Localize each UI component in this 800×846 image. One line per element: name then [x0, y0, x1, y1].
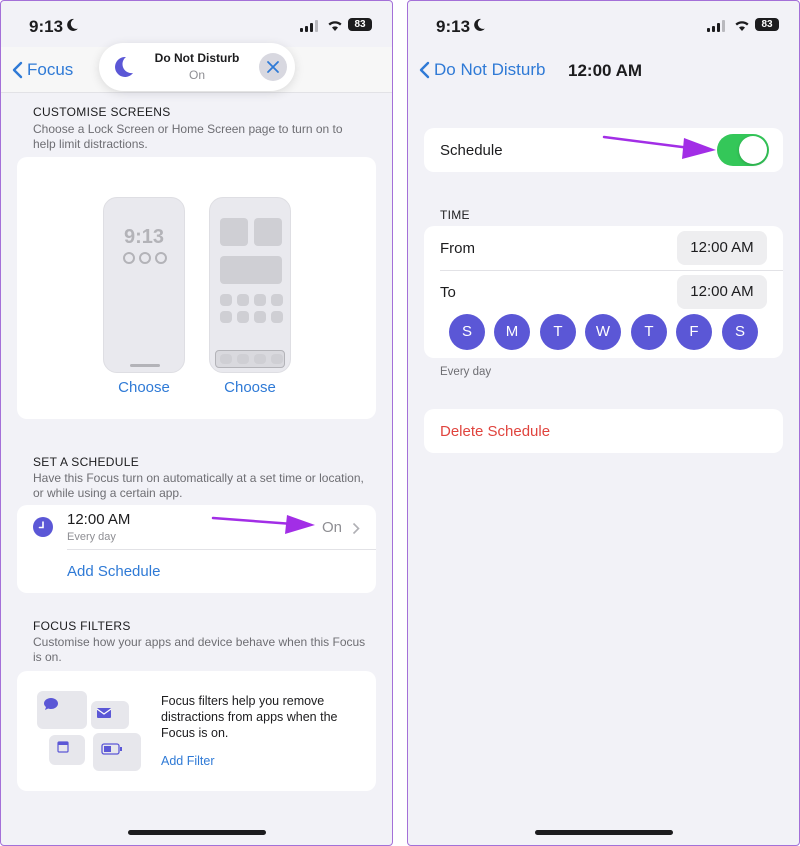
- time-footer: Every day: [440, 366, 492, 378]
- customise-card: 9:13 Choose Choose: [17, 157, 376, 419]
- widget-tile: [220, 256, 282, 284]
- back-button[interactable]: Focus: [11, 60, 73, 80]
- dnd-title: Do Not Disturb: [154, 51, 240, 65]
- schedule-state: On: [321, 519, 342, 536]
- battery-indicator: 83: [755, 18, 779, 31]
- from-label: From: [440, 240, 475, 257]
- schedule-card: 12:00 AM Every day On Add Schedule: [17, 505, 376, 593]
- time-card: From 12:00 AM To 12:00 AM S M T W T F S: [424, 226, 783, 358]
- schedule-days: Every day: [67, 531, 116, 543]
- status-bar: 9:13 83: [408, 1, 799, 47]
- calendar-icon: [57, 741, 69, 753]
- status-time: 9:13: [29, 17, 64, 36]
- chevron-left-icon: [419, 61, 430, 79]
- to-time-picker[interactable]: 12:00 AM: [677, 275, 767, 309]
- day-wednesday-button[interactable]: W: [585, 314, 621, 350]
- divider: [67, 549, 376, 550]
- dock-app: [271, 354, 283, 364]
- schedule-description: Have this Focus turn on automatically at…: [33, 471, 364, 500]
- app-tile: [271, 294, 283, 306]
- right-screen: 9:13 83 Do Not Disturb 12:00 AM Schedule…: [407, 0, 800, 846]
- app-tile: [220, 294, 232, 306]
- dnd-close-button[interactable]: [259, 53, 287, 81]
- lock-clock: 9:13: [123, 226, 165, 248]
- choose-home-button[interactable]: Choose: [200, 379, 300, 396]
- delete-card: Delete Schedule: [424, 409, 783, 453]
- wifi-icon: [735, 21, 749, 31]
- low-power-icon: [101, 743, 122, 755]
- back-label: Focus: [27, 60, 74, 79]
- close-icon: [267, 61, 279, 73]
- app-tile: [220, 218, 248, 246]
- filters-header: FOCUS FILTERS: [33, 619, 131, 633]
- dock-app: [254, 354, 266, 364]
- moon-icon: [115, 56, 133, 77]
- time-header: TIME: [440, 208, 470, 222]
- filters-card: Focus filters help you remove distractio…: [17, 671, 376, 791]
- dnd-state: On: [188, 68, 205, 82]
- app-tile: [220, 311, 232, 323]
- chevron-left-icon: [12, 61, 23, 79]
- mail-tile: [91, 701, 129, 729]
- schedule-time[interactable]: 12:00 AM: [67, 511, 130, 528]
- envelope-icon: [96, 708, 112, 718]
- toggle-knob: [739, 136, 767, 164]
- customise-description: Choose a Lock Screen or Home Screen page…: [33, 122, 343, 151]
- divider: [440, 270, 783, 271]
- dock-app: [220, 354, 232, 364]
- calendar-tile: [49, 735, 85, 765]
- schedule-header: SET A SCHEDULE: [33, 455, 140, 469]
- to-label: To: [440, 284, 456, 301]
- dnd-status-pill[interactable]: Do Not Disturb On: [99, 43, 295, 91]
- status-bar: 9:13 83: [1, 1, 392, 47]
- left-screen: 9:13 83 Focus Do Not Disturb On CUSTOMIS…: [0, 0, 393, 846]
- speech-bubble-icon: [44, 698, 58, 710]
- app-tile: [254, 311, 266, 323]
- page-title: 12:00 AM: [568, 61, 643, 80]
- widget-dots: [123, 252, 167, 264]
- choose-lock-button[interactable]: Choose: [94, 379, 194, 396]
- back-button[interactable]: Do Not Disturb: [418, 60, 545, 80]
- add-schedule-button[interactable]: Add Schedule: [67, 563, 160, 580]
- home-indicator: [534, 830, 673, 835]
- messages-tile: [37, 691, 87, 729]
- wifi-icon: [328, 21, 342, 31]
- day-thursday-button[interactable]: T: [631, 314, 667, 350]
- day-sunday-button[interactable]: S: [449, 314, 485, 350]
- day-friday-button[interactable]: F: [676, 314, 712, 350]
- app-tile: [271, 311, 283, 323]
- schedule-toggle-label: Schedule: [440, 142, 503, 159]
- filters-description: Customise how your apps and device behav…: [33, 635, 366, 664]
- focus-moon-icon: [474, 18, 485, 31]
- clock-icon: [33, 517, 53, 537]
- cellular-signal-icon: [300, 20, 318, 32]
- home-screen-preview[interactable]: [209, 197, 291, 373]
- dock-app: [237, 354, 249, 364]
- filters-body: Focus filters help you remove distractio…: [161, 694, 338, 740]
- home-indicator: [127, 830, 266, 835]
- battery-tile: [93, 733, 141, 771]
- app-tile: [237, 311, 249, 323]
- from-time-picker[interactable]: 12:00 AM: [677, 231, 767, 265]
- status-time: 9:13: [436, 17, 471, 36]
- lock-screen-preview[interactable]: 9:13: [103, 197, 185, 373]
- day-tuesday-button[interactable]: T: [540, 314, 576, 350]
- day-saturday-button[interactable]: S: [722, 314, 758, 350]
- schedule-toggle[interactable]: [717, 134, 769, 166]
- day-monday-button[interactable]: M: [494, 314, 530, 350]
- annotation-arrow: [211, 515, 315, 534]
- add-filter-button[interactable]: Add Filter: [161, 754, 215, 768]
- home-bar: [130, 364, 160, 367]
- delete-schedule-button[interactable]: Delete Schedule: [440, 423, 550, 440]
- app-tile: [254, 294, 266, 306]
- app-tile: [237, 294, 249, 306]
- app-tile: [254, 218, 282, 246]
- battery-indicator: 83: [348, 18, 372, 31]
- annotation-arrow: [602, 135, 716, 159]
- cellular-signal-icon: [707, 20, 725, 32]
- focus-moon-icon: [67, 18, 78, 31]
- chevron-right-icon: [352, 522, 360, 535]
- back-label: Do Not Disturb: [434, 60, 546, 79]
- customise-header: CUSTOMISE SCREENS: [33, 105, 171, 119]
